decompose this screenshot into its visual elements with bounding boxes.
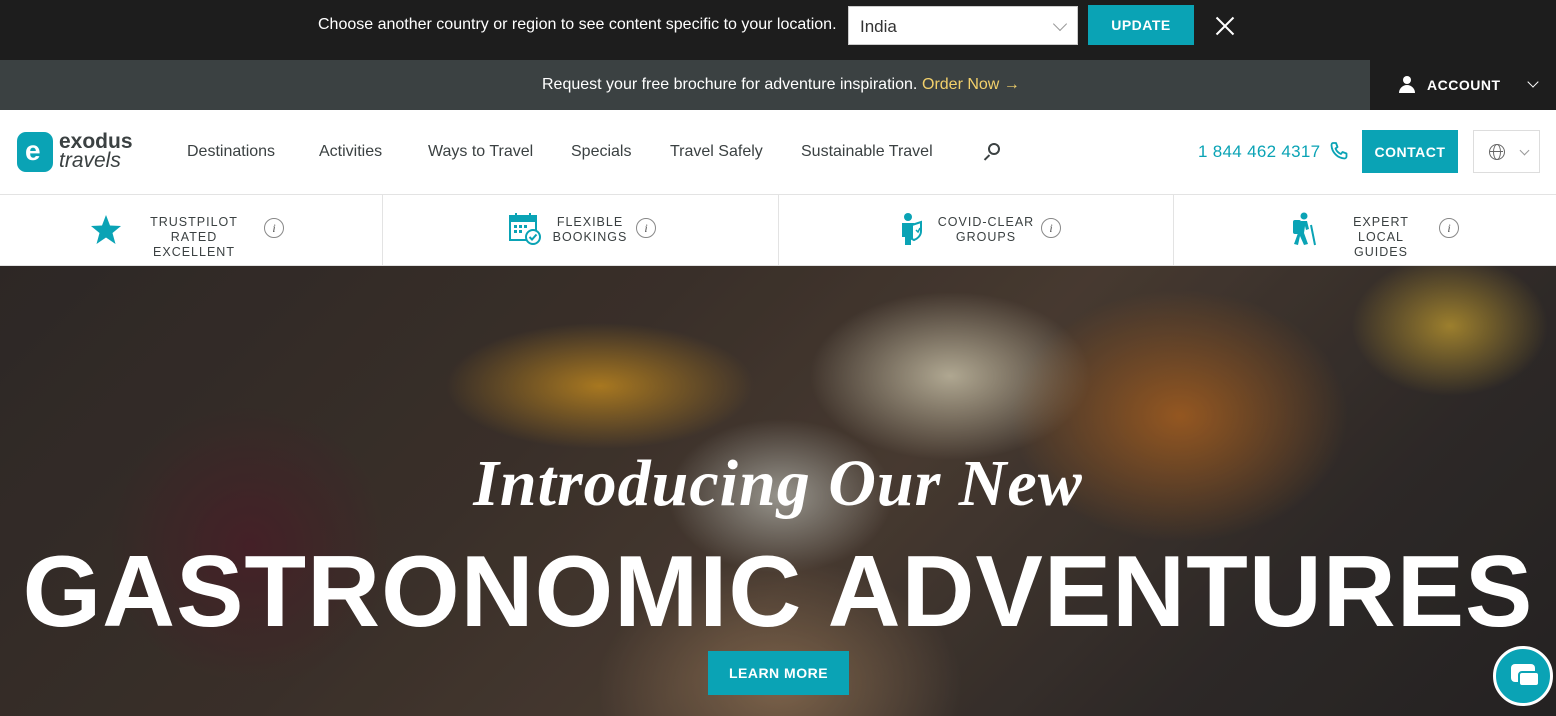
feature-flexible-bookings: FLEXIBLE BOOKINGS i <box>383 195 779 265</box>
nav-item-specials[interactable]: Specials <box>571 143 631 161</box>
nav-item-activities[interactable]: Activities <box>319 143 382 161</box>
logo[interactable]: exodus travels <box>17 131 137 174</box>
main-nav: exodus travels Destinations Activities W… <box>0 110 1556 195</box>
feature-label: COVID-CLEAR GROUPS <box>936 215 1036 245</box>
feature-label: FLEXIBLE BOOKINGS <box>551 215 629 245</box>
feature-label-line1: TRUSTPILOT <box>150 215 238 229</box>
country-bar: Choose another country or region to see … <box>0 0 1556 60</box>
country-select-value: India <box>860 17 897 36</box>
info-icon[interactable]: i <box>264 218 284 238</box>
chat-icon[interactable] <box>1493 646 1553 706</box>
info-icon[interactable]: i <box>636 218 656 238</box>
info-icon[interactable]: i <box>1439 218 1459 238</box>
feature-expert-guides: EXPERT LOCAL GUIDES i <box>1174 195 1556 265</box>
language-select[interactable] <box>1473 130 1540 173</box>
logo-mark-icon <box>17 132 53 172</box>
feature-label: EXPERT LOCAL GUIDES <box>1331 215 1431 260</box>
country-message: Choose another country or region to see … <box>318 16 837 33</box>
globe-icon <box>1489 144 1505 160</box>
info-icon[interactable]: i <box>1041 218 1061 238</box>
feature-label-line2: BOOKINGS <box>552 230 628 244</box>
logo-text-travels: travels <box>59 149 121 172</box>
nav-item-travel-safely[interactable]: Travel Safely <box>670 143 763 161</box>
features-bar: TRUSTPILOT RATED EXCELLENT i FLEXIBLE BO… <box>0 195 1556 266</box>
feature-label-line2: RATED EXCELLENT <box>153 230 235 259</box>
feature-label-line2: GUIDES <box>1354 245 1408 259</box>
feature-label-line1: COVID-CLEAR <box>937 215 1035 229</box>
star-icon <box>88 211 124 247</box>
hiker-icon <box>1286 211 1322 247</box>
chevron-down-icon <box>1052 16 1068 32</box>
feature-trustpilot: TRUSTPILOT RATED EXCELLENT i <box>0 195 383 265</box>
nav-item-ways-to-travel[interactable]: Ways to Travel <box>428 143 533 161</box>
chevron-down-icon <box>1527 76 1539 88</box>
hero-banner: Introducing Our New GASTRONOMIC ADVENTUR… <box>0 266 1556 716</box>
hero-title: GASTRONOMIC ADVENTURES <box>22 536 1534 648</box>
contact-button[interactable]: CONTACT <box>1362 130 1458 173</box>
nav-item-destinations[interactable]: Destinations <box>187 143 275 161</box>
phone-icon[interactable] <box>1329 141 1349 161</box>
close-icon[interactable] <box>1213 14 1237 38</box>
order-now-link[interactable]: Order Now → <box>922 75 1020 95</box>
update-button[interactable]: UPDATE <box>1088 5 1194 45</box>
feature-covid-clear: COVID-CLEAR GROUPS i <box>779 195 1174 265</box>
feature-label: TRUSTPILOT RATED EXCELLENT <box>128 215 260 260</box>
learn-more-button[interactable]: LEARN MORE <box>708 651 849 695</box>
calendar-check-icon <box>507 211 543 247</box>
account-label: ACCOUNT <box>1427 77 1501 93</box>
person-shield-icon <box>894 211 930 247</box>
country-select[interactable]: India <box>848 6 1078 45</box>
feature-label-line1: FLEXIBLE <box>556 215 624 229</box>
phone-number[interactable]: 1 844 462 4317 <box>1198 142 1320 162</box>
brochure-bar: Request your free brochure for adventure… <box>0 60 1370 110</box>
brochure-text: Request your free brochure for adventure… <box>542 76 918 93</box>
hero-intro: Introducing Our New <box>473 447 1083 520</box>
chevron-down-icon <box>1519 145 1530 156</box>
nav-item-sustainable-travel[interactable]: Sustainable Travel <box>801 143 933 161</box>
feature-label-line1: EXPERT LOCAL <box>1353 215 1409 244</box>
user-icon <box>1399 76 1415 93</box>
account-menu[interactable]: ACCOUNT <box>1370 60 1556 110</box>
search-icon[interactable] <box>983 143 1003 161</box>
feature-label-line2: GROUPS <box>955 230 1017 244</box>
